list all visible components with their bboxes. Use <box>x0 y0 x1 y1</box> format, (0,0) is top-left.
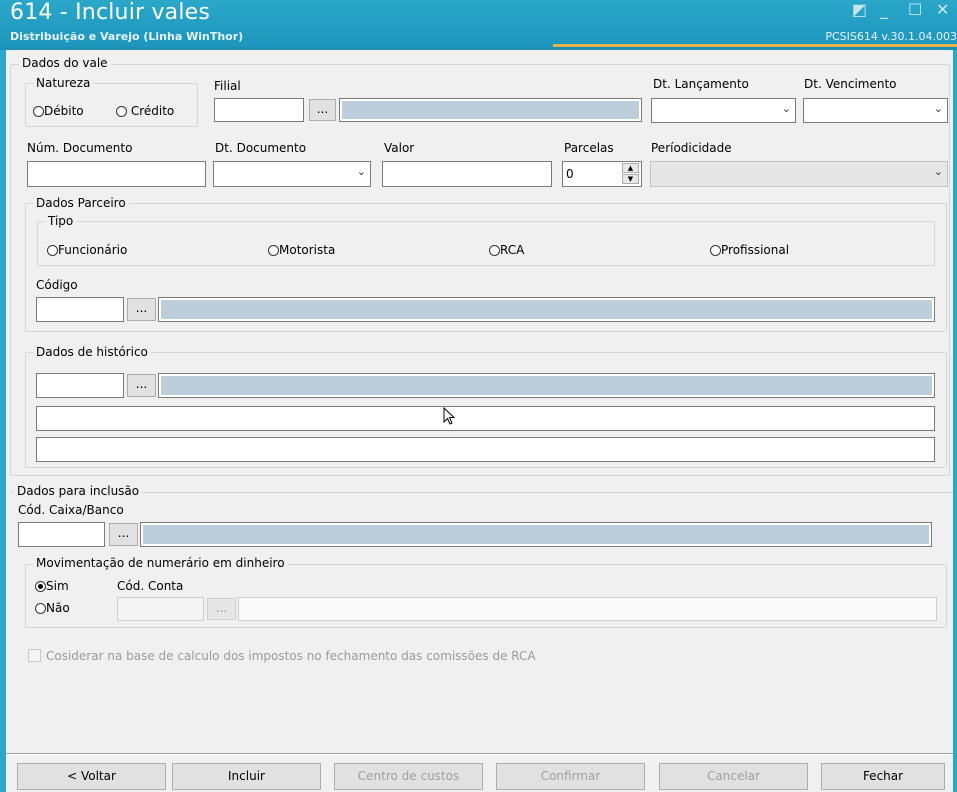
motorista-radio[interactable]: Motorista <box>268 243 335 257</box>
chevron-down-icon: ⌄ <box>781 102 791 115</box>
funcionario-radio[interactable]: Funcionário <box>47 243 127 257</box>
historico-code-input[interactable] <box>36 373 124 398</box>
considerar-label: Cosiderar na base de calculo dos imposto… <box>46 649 536 663</box>
version-label: PCSIS614 v.30.1.04.003 <box>825 30 957 43</box>
window-border-left <box>0 50 6 792</box>
chevron-down-icon: ⌄ <box>356 165 366 178</box>
bottom-divider-highlight <box>6 754 953 755</box>
minimize-button[interactable]: _ <box>880 0 888 19</box>
edit-icon[interactable]: ◩ <box>852 0 867 19</box>
cod-conta-label: Cód. Conta <box>117 579 184 593</box>
window-title: 614 - Incluir vales <box>10 0 211 25</box>
num-documento-input[interactable] <box>27 161 206 187</box>
radio-icon <box>116 106 127 117</box>
natureza-legend: Natureza <box>33 76 94 90</box>
cod-conta-lookup-button[interactable]: ... <box>207 598 236 620</box>
filial-description <box>339 98 642 122</box>
radio-icon <box>489 245 500 256</box>
dados-inclusao-legend: Dados para inclusão <box>14 484 143 498</box>
credito-radio[interactable]: Crédito <box>116 104 174 118</box>
dados-inclusao-divider <box>10 492 953 493</box>
mouse-cursor-icon <box>443 406 457 427</box>
cod-conta-input[interactable] <box>117 597 204 621</box>
historico-description <box>158 373 935 398</box>
confirmar-button[interactable]: Confirmar <box>496 763 645 790</box>
tipo-group <box>37 221 935 266</box>
historico-line-1[interactable] <box>36 406 935 431</box>
spin-up-icon[interactable]: ▲ <box>622 163 639 173</box>
historico-lookup-button[interactable]: ... <box>127 374 156 397</box>
tipo-legend: Tipo <box>45 214 77 228</box>
incluir-button[interactable]: Incluir <box>172 763 321 790</box>
cod-conta-description <box>238 597 937 621</box>
radio-icon <box>47 245 58 256</box>
codigo-input[interactable] <box>36 297 124 322</box>
maximize-button[interactable]: ☐ <box>908 0 922 19</box>
radio-icon <box>35 603 46 614</box>
periodicidade-select[interactable]: ⌄ <box>650 161 948 187</box>
periodicidade-label: Períodicidade <box>651 141 732 155</box>
dados-vale-legend: Dados do vale <box>19 56 111 70</box>
centro-custos-button[interactable]: Centro de custos <box>334 763 483 790</box>
considerar-checkbox[interactable] <box>28 649 41 662</box>
debito-radio[interactable]: Débito <box>33 104 84 118</box>
parcelas-label: Parcelas <box>564 141 614 155</box>
profissional-radio[interactable]: Profissional <box>710 243 789 257</box>
codigo-label: Código <box>36 278 78 292</box>
radio-icon <box>268 245 279 256</box>
radio-icon <box>710 245 721 256</box>
fechar-button[interactable]: Fechar <box>821 763 945 790</box>
rca-radio[interactable]: RCA <box>489 243 524 257</box>
chevron-down-icon: ⌄ <box>933 165 943 178</box>
dados-parceiro-legend: Dados Parceiro <box>33 196 129 210</box>
window-subtitle: Distribuição e Varejo (Linha WinThor) <box>10 30 244 43</box>
valor-label: Valor <box>384 141 415 155</box>
title-border <box>0 47 957 50</box>
caixa-banco-description <box>140 522 932 547</box>
cancelar-button[interactable]: Cancelar <box>659 763 808 790</box>
dt-documento-picker[interactable]: ⌄ <box>213 161 371 187</box>
dt-lancamento-label: Dt. Lançamento <box>653 77 749 91</box>
voltar-button[interactable]: < Voltar <box>17 763 166 790</box>
parcelas-spinner[interactable]: 0 ▲ ▼ <box>562 161 642 187</box>
dt-lancamento-picker[interactable]: ⌄ <box>651 98 796 123</box>
radio-icon <box>33 106 44 117</box>
historico-line-2[interactable] <box>36 437 935 462</box>
filial-lookup-button[interactable]: ... <box>309 99 336 121</box>
filial-label: Filial <box>214 79 241 93</box>
radio-selected-icon <box>35 581 46 592</box>
parcelas-value: 0 <box>566 167 574 181</box>
caixa-banco-lookup-button[interactable]: ... <box>109 523 138 546</box>
filial-input[interactable] <box>214 98 304 122</box>
close-button[interactable]: ✕ <box>936 0 949 19</box>
nao-radio[interactable]: Não <box>35 601 70 615</box>
dados-historico-legend: Dados de histórico <box>33 345 151 359</box>
dt-vencimento-picker[interactable]: ⌄ <box>803 98 948 123</box>
caixa-banco-input[interactable] <box>18 522 105 547</box>
caixa-banco-label: Cód. Caixa/Banco <box>18 503 124 517</box>
dt-documento-label: Dt. Documento <box>215 141 307 155</box>
chevron-down-icon: ⌄ <box>933 102 943 115</box>
sim-radio[interactable]: Sim <box>35 579 69 593</box>
num-documento-label: Núm. Documento <box>27 141 133 155</box>
movimentacao-legend: Movimentação de numerário em dinheiro <box>33 556 288 570</box>
window-border-right <box>953 50 957 792</box>
valor-input[interactable] <box>382 161 552 187</box>
dt-vencimento-label: Dt. Vencimento <box>804 77 897 91</box>
codigo-description <box>158 297 935 322</box>
codigo-lookup-button[interactable]: ... <box>127 298 156 321</box>
spin-down-icon[interactable]: ▼ <box>622 174 639 184</box>
